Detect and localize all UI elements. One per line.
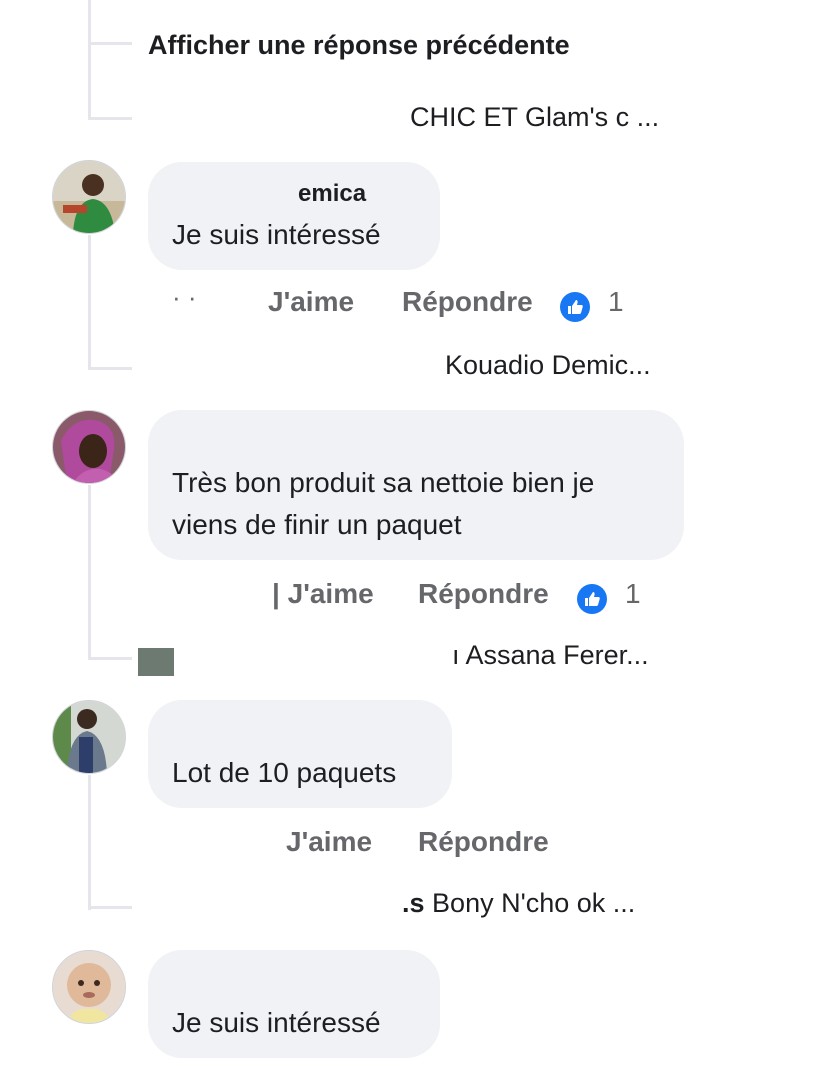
thread-branch: [88, 367, 132, 370]
reply-preview[interactable]: ı Assana Ferer...: [452, 640, 649, 671]
reply-preview-text[interactable]: Assana Ferer...: [466, 640, 649, 670]
thread-connector: [88, 485, 91, 660]
avatar[interactable]: [52, 160, 126, 234]
reaction-count[interactable]: 1: [608, 286, 624, 318]
reply-preview[interactable]: CHIC ET Glam's c ...: [410, 102, 659, 133]
comment-actions: | J'aime Répondre 1: [0, 578, 822, 618]
comment-text: Je suis intéressé: [172, 219, 381, 250]
comment-bubble: Très bon produit sa nettoie bien je vien…: [148, 410, 684, 560]
comment-text: viens de finir un paquet: [172, 509, 462, 540]
reply-preview[interactable]: Kouadio Demic...: [445, 350, 651, 381]
comment-text: Très bon produit sa nettoie bien je: [172, 467, 595, 498]
reaction-count[interactable]: 1: [625, 578, 641, 610]
comment-bubble: emica Je suis intéressé: [148, 162, 440, 270]
thread-branch: [88, 42, 132, 45]
avatar[interactable]: [52, 700, 126, 774]
thread-branch: [88, 117, 132, 120]
avatar[interactable]: [52, 950, 126, 1024]
comment-text: Je suis intéressé: [172, 1007, 381, 1038]
comment-text: Lot de 10 paquets: [172, 757, 397, 788]
reply-preview-prefix: .s: [402, 888, 425, 918]
thumbs-up-icon: [577, 584, 607, 614]
comment-author[interactable]: emica: [298, 180, 366, 208]
thread-branch: [88, 657, 132, 660]
thread-connector: [88, 0, 91, 120]
reply-preview[interactable]: .s Bony N'cho ok ...: [402, 888, 635, 919]
comment-actions: J'aime Répondre 1: [0, 286, 822, 326]
comment-actions: J'aime Répondre: [0, 826, 822, 866]
avatar[interactable]: [52, 410, 126, 484]
comment-bubble: Je suis intéressé: [148, 950, 440, 1058]
thread-branch: [88, 906, 132, 909]
view-previous-reply-link[interactable]: Afficher une réponse précédente: [148, 30, 570, 61]
like-button[interactable]: | J'aime: [272, 578, 374, 610]
reply-button[interactable]: Répondre: [418, 826, 549, 858]
like-button[interactable]: J'aime: [286, 826, 372, 858]
thumbs-up-icon: [560, 292, 590, 322]
reply-preview-text[interactable]: Bony N'cho ok ...: [432, 888, 635, 918]
reply-button[interactable]: Répondre: [418, 578, 549, 610]
like-button[interactable]: J'aime: [268, 286, 354, 318]
reply-separator: ı: [452, 640, 466, 670]
reply-avatar[interactable]: [138, 648, 174, 676]
comment-bubble: Lot de 10 paquets: [148, 700, 452, 808]
like-label[interactable]: J'aime: [288, 578, 374, 609]
reply-button[interactable]: Répondre: [402, 286, 533, 318]
